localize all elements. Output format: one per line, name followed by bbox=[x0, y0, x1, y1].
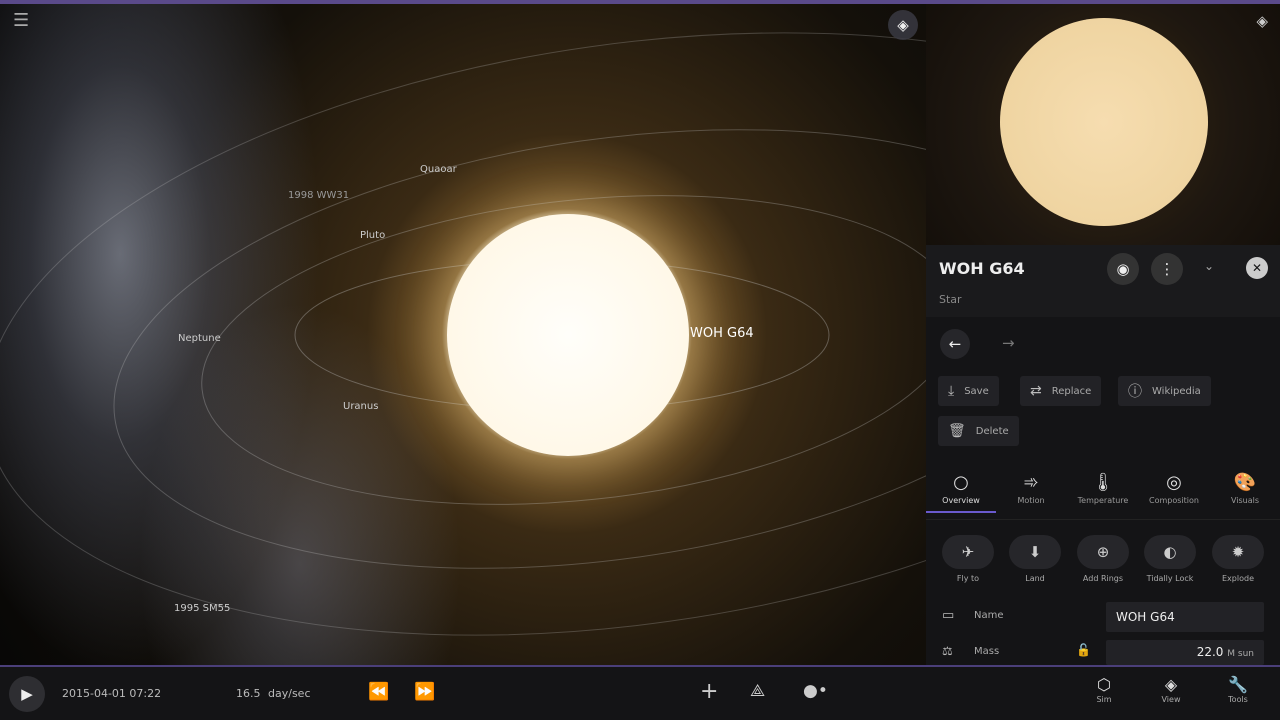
trash-icon: 🗑 bbox=[948, 423, 966, 439]
name-input[interactable]: WOH G64 bbox=[1106, 602, 1264, 632]
weight-icon: ⚖ bbox=[942, 644, 953, 658]
eye-icon[interactable]: ◉ bbox=[1107, 253, 1139, 285]
close-icon[interactable]: ✕ bbox=[1246, 257, 1268, 279]
tab-label: Temperature bbox=[1077, 496, 1129, 505]
save-label: Save bbox=[964, 385, 989, 397]
add-object-icon[interactable]: + bbox=[700, 679, 718, 705]
landing-icon: ⬇ bbox=[1009, 535, 1061, 569]
body-label[interactable]: 1998 WW31 bbox=[288, 190, 349, 201]
wikipedia-label: Wikipedia bbox=[1152, 385, 1201, 397]
orbit-tool-icon[interactable]: ⟁ bbox=[750, 681, 765, 701]
wrench-icon: 🔧 bbox=[1228, 675, 1248, 694]
body-label[interactable]: Uranus bbox=[343, 401, 378, 412]
name-label: Name bbox=[974, 610, 1004, 621]
object-type: Star bbox=[939, 293, 962, 306]
more-options-icon[interactable]: ⋮ bbox=[1151, 253, 1183, 285]
chevron-down-icon[interactable]: ⌄ bbox=[1204, 259, 1214, 273]
view-menu-button[interactable]: ◈ View bbox=[1151, 675, 1191, 704]
back-arrow-icon[interactable]: ← bbox=[940, 329, 970, 359]
replace-icon: ⇄ bbox=[1030, 383, 1042, 399]
unlock-icon[interactable]: 🔓 bbox=[1076, 643, 1091, 657]
bottom-toolbar: ▶ 2015-04-01 07:22 16.5 day/sec ⏪ ⏩ + ⟁ … bbox=[0, 665, 1280, 720]
object-preview: ◈ bbox=[926, 4, 1280, 245]
tab-temperature[interactable]: 🌡 Temperature bbox=[1068, 470, 1138, 505]
mass-value: 22.0 bbox=[1196, 645, 1224, 659]
tag-icon: ▭ bbox=[942, 608, 955, 623]
tab-label: Motion bbox=[1017, 496, 1045, 505]
object-title: WOH G64 bbox=[939, 259, 1025, 278]
layers-icon[interactable]: ◈ bbox=[888, 10, 918, 40]
space-viewport[interactable]: WOH G64 Quaoar 1998 WW31 Pluto Neptune U… bbox=[0, 4, 926, 665]
info-icon: ⓘ bbox=[1128, 384, 1142, 400]
action-label: Explode bbox=[1222, 574, 1254, 583]
wikipedia-button[interactable]: ⓘ Wikipedia bbox=[1118, 376, 1211, 406]
sim-label: Sim bbox=[1096, 695, 1112, 704]
thermometer-icon: 🌡 bbox=[1091, 472, 1115, 493]
view-label: View bbox=[1161, 695, 1181, 704]
delete-button[interactable]: 🗑 Delete bbox=[938, 416, 1019, 446]
save-button[interactable]: ⤓ Save bbox=[938, 376, 999, 406]
land-button[interactable]: ⬇ Land bbox=[1002, 535, 1068, 583]
simulation-datetime[interactable]: 2015-04-01 07:22 bbox=[62, 687, 161, 700]
tab-composition[interactable]: ◎ Composition bbox=[1139, 470, 1209, 505]
tab-overview[interactable]: ○ Overview bbox=[926, 470, 996, 513]
view-icon: ◈ bbox=[1164, 675, 1178, 694]
action-label: Fly to bbox=[956, 574, 980, 583]
body-label[interactable]: Quaoar bbox=[420, 164, 457, 175]
tab-label: Overview bbox=[942, 496, 980, 505]
palette-icon: 🎨 bbox=[1233, 472, 1257, 493]
explode-button[interactable]: ✹ Explode bbox=[1205, 535, 1271, 583]
rings-icon: ⊕ bbox=[1077, 535, 1129, 569]
forward-arrow-icon[interactable]: → bbox=[1002, 334, 1015, 352]
action-label: Tidally Lock bbox=[1146, 574, 1194, 583]
star-preview-image bbox=[1000, 18, 1208, 226]
star-label[interactable]: WOH G64 bbox=[690, 326, 754, 341]
layers-icon[interactable]: ◈ bbox=[1256, 12, 1268, 30]
motion-icon: ➾ bbox=[1023, 472, 1039, 493]
speed-unit: day/sec bbox=[268, 687, 311, 700]
replace-button[interactable]: ⇄ Replace bbox=[1020, 376, 1102, 406]
paper-plane-icon: ✈ bbox=[942, 535, 994, 569]
explode-icon: ✹ bbox=[1212, 535, 1264, 569]
object-panel: ◈ WOH G64 Star ◉ ⋮ ⌄ ✕ ← → ⤓ Save ⇄ Replac… bbox=[926, 4, 1280, 665]
mass-unit: M sun bbox=[1227, 649, 1254, 659]
play-button[interactable]: ▶ bbox=[9, 676, 45, 712]
download-icon: ⤓ bbox=[948, 383, 955, 399]
fly-to-button[interactable]: ✈ Fly to bbox=[935, 535, 1001, 583]
tab-visuals[interactable]: 🎨 Visuals bbox=[1210, 470, 1280, 505]
delete-label: Delete bbox=[975, 425, 1009, 437]
mass-label: Mass bbox=[974, 646, 1000, 657]
fast-forward-icon[interactable]: ⏩ bbox=[414, 682, 435, 702]
replace-label: Replace bbox=[1051, 385, 1092, 397]
add-rings-button[interactable]: ⊕ Add Rings bbox=[1070, 535, 1136, 583]
circle-icon: ○ bbox=[953, 472, 969, 493]
tab-motion[interactable]: ➾ Motion bbox=[996, 470, 1066, 505]
rewind-icon[interactable]: ⏪ bbox=[368, 682, 389, 702]
body-label[interactable]: Neptune bbox=[178, 333, 221, 344]
composition-icon: ◎ bbox=[1166, 472, 1182, 493]
sim-menu-button[interactable]: ⬡ Sim bbox=[1084, 675, 1124, 704]
tab-label: Visuals bbox=[1230, 496, 1260, 505]
body-label[interactable]: Pluto bbox=[360, 230, 385, 241]
tidally-lock-button[interactable]: ◐ Tidally Lock bbox=[1137, 535, 1203, 583]
objects-icon[interactable]: ●• bbox=[803, 681, 828, 701]
action-label: Add Rings bbox=[1082, 574, 1124, 583]
body-label[interactable]: 1995 SM55 bbox=[174, 603, 230, 614]
tools-label: Tools bbox=[1228, 695, 1248, 704]
speed-value[interactable]: 16.5 bbox=[236, 687, 261, 700]
menu-icon[interactable]: ☰ bbox=[13, 10, 29, 31]
panel-header: WOH G64 Star ◉ ⋮ ⌄ ✕ bbox=[926, 245, 1280, 317]
mass-input[interactable]: 22.0 M sun bbox=[1106, 640, 1264, 665]
tidal-lock-icon: ◐ bbox=[1144, 535, 1196, 569]
tab-label: Composition bbox=[1149, 496, 1199, 505]
tools-menu-button[interactable]: 🔧 Tools bbox=[1218, 675, 1258, 704]
action-label: Land bbox=[1025, 574, 1045, 583]
sim-icon: ⬡ bbox=[1097, 675, 1111, 694]
selected-star[interactable] bbox=[447, 214, 689, 456]
